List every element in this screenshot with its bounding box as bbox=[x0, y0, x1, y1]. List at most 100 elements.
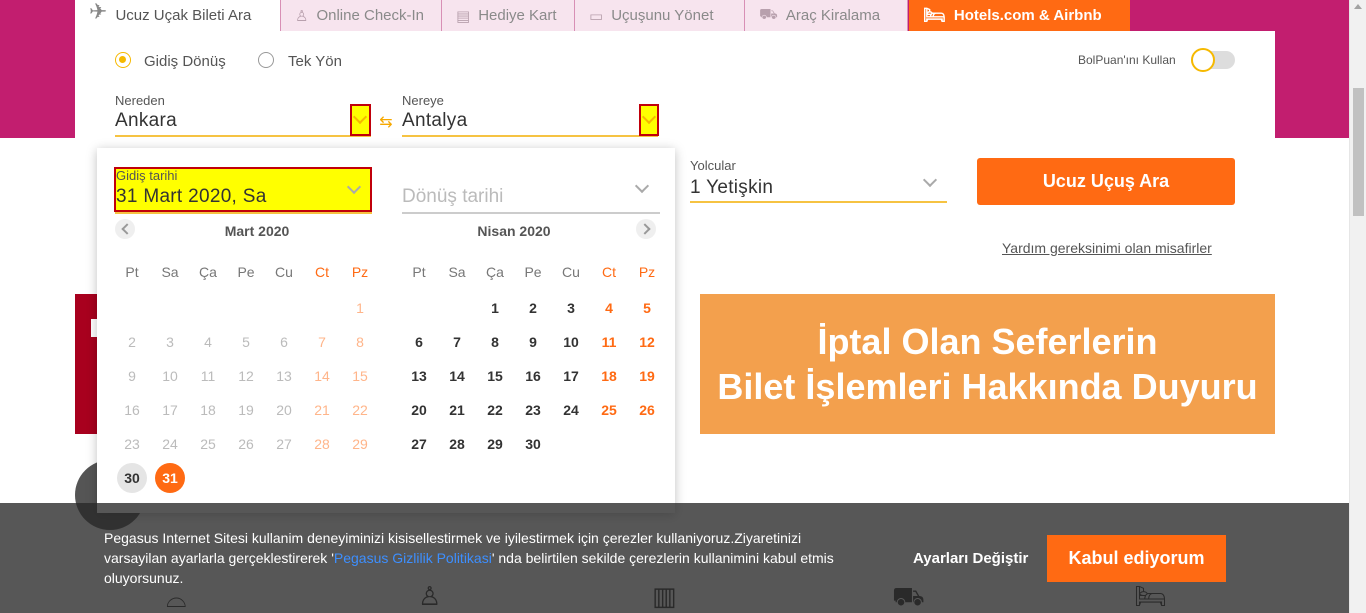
calendar-day: 7 bbox=[318, 334, 326, 350]
calendar-day: 6 bbox=[280, 334, 288, 350]
calendar-day[interactable]: 20 bbox=[404, 395, 434, 425]
chevron-down-icon bbox=[346, 179, 362, 195]
tab-label: Hediye Kart bbox=[478, 7, 557, 24]
calendar-day[interactable]: 9 bbox=[518, 327, 548, 357]
calendar-day[interactable]: 21 bbox=[442, 395, 472, 425]
scroll-up-icon[interactable] bbox=[1354, 4, 1362, 9]
to-field[interactable]: Antalya bbox=[402, 110, 467, 132]
cookie-message: Pegasus Internet Sitesi kullanim deneyim… bbox=[104, 528, 864, 588]
calendar-day[interactable]: 30 bbox=[518, 429, 548, 459]
calendar-day[interactable]: 13 bbox=[404, 361, 434, 391]
help-link[interactable]: Yardım gereksinimi olan misafirler bbox=[1002, 240, 1212, 256]
weekday-header: Pe bbox=[524, 264, 542, 280]
calendar-day: 26 bbox=[238, 436, 254, 452]
page-scrollbar[interactable] bbox=[1349, 0, 1366, 613]
one-way-label[interactable]: Tek Yön bbox=[288, 53, 342, 70]
calendar-day[interactable]: 2 bbox=[518, 293, 548, 323]
bed-icon: 🛏 bbox=[923, 5, 946, 25]
calendar-day[interactable]: 14 bbox=[442, 361, 472, 391]
calendar-day[interactable]: 18 bbox=[594, 361, 624, 391]
calendar-day: 1 bbox=[356, 300, 364, 316]
tab-label: Uçuşunu Yönet bbox=[611, 7, 714, 24]
seat-icon: ♙ bbox=[295, 7, 309, 25]
calendar-day: 14 bbox=[314, 368, 330, 384]
calendar-day: 19 bbox=[238, 402, 254, 418]
calendar-day[interactable]: 24 bbox=[556, 395, 586, 425]
calendar-day[interactable]: 10 bbox=[556, 327, 586, 357]
toggle-knob bbox=[1191, 48, 1215, 72]
calendar-day: 16 bbox=[124, 402, 140, 418]
one-way-radio[interactable] bbox=[258, 52, 274, 68]
return-date-field[interactable]: Dönüş tarihi bbox=[402, 186, 503, 208]
cancellation-announcement-banner[interactable]: İptal Olan Seferlerin Bilet İşlemleri Ha… bbox=[700, 294, 1275, 434]
weekday-header: Pt bbox=[125, 264, 139, 280]
calendar-day: 17 bbox=[162, 402, 178, 418]
chevron-down-icon bbox=[641, 109, 657, 125]
calendar-day: 3 bbox=[166, 334, 174, 350]
calendar-day[interactable]: 22 bbox=[480, 395, 510, 425]
bolpuan-toggle[interactable] bbox=[1191, 48, 1235, 72]
tab-car-rental[interactable]: ⛟ Araç Kiralama bbox=[745, 0, 908, 31]
calendar-day: 29 bbox=[352, 436, 368, 452]
weekday-header: Pz bbox=[351, 264, 369, 280]
calendar-day[interactable]: 16 bbox=[518, 361, 548, 391]
from-underline bbox=[115, 135, 371, 137]
tab-label: Online Check-In bbox=[316, 7, 425, 24]
calendar-day[interactable]: 28 bbox=[442, 429, 472, 459]
calendar-day[interactable]: 31 bbox=[155, 463, 185, 493]
tab-flight-search[interactable]: ✈ Ucuz Uçak Bileti Ara bbox=[75, 0, 281, 31]
search-button[interactable]: Ucuz Uçuş Ara bbox=[977, 158, 1235, 205]
departure-value: 31 Mart 2020, Sa bbox=[116, 186, 267, 207]
previous-month-button[interactable] bbox=[115, 219, 135, 239]
calendar-day: 27 bbox=[276, 436, 292, 452]
tab-manage-booking[interactable]: ▭ Uçuşunu Yönet bbox=[575, 0, 745, 31]
calendar-day: 24 bbox=[162, 436, 178, 452]
to-label: Nereye bbox=[402, 93, 444, 108]
weekday-header: Ct bbox=[315, 264, 329, 280]
from-label: Nereden bbox=[115, 93, 165, 108]
cookie-settings-button[interactable]: Ayarları Değiştir bbox=[913, 550, 1028, 567]
calendar-day: 21 bbox=[314, 402, 330, 418]
calendar-day[interactable]: 30 bbox=[117, 463, 147, 493]
scrollbar-thumb[interactable] bbox=[1353, 88, 1364, 216]
calendar-day[interactable]: 25 bbox=[594, 395, 624, 425]
calendar-day[interactable]: 17 bbox=[556, 361, 586, 391]
tab-hotels[interactable]: 🛏 Hotels.com & Airbnb bbox=[909, 0, 1130, 31]
return-underline bbox=[402, 212, 660, 214]
calendar-day[interactable]: 5 bbox=[632, 293, 662, 323]
weekday-header: Pz bbox=[638, 264, 656, 280]
calendar-day[interactable]: 3 bbox=[556, 293, 586, 323]
tab-gift-card[interactable]: ▤ Hediye Kart bbox=[442, 0, 575, 31]
from-dropdown-button[interactable] bbox=[350, 104, 371, 136]
calendar-day[interactable]: 23 bbox=[518, 395, 548, 425]
car-icon: ⛟ bbox=[759, 6, 778, 23]
calendar-day: 20 bbox=[276, 402, 292, 418]
calendar-day[interactable]: 15 bbox=[480, 361, 510, 391]
privacy-policy-link[interactable]: Pegasus Gizlilik Politikasi bbox=[334, 550, 492, 566]
weekday-header: Sa bbox=[161, 264, 179, 280]
tab-online-checkin[interactable]: ♙ Online Check-In bbox=[281, 0, 442, 31]
next-month-button[interactable] bbox=[636, 219, 656, 239]
calendar-day[interactable]: 4 bbox=[594, 293, 624, 323]
cookie-accept-button[interactable]: Kabul ediyorum bbox=[1047, 535, 1226, 582]
calendar-day[interactable]: 7 bbox=[442, 327, 472, 357]
calendar-day[interactable]: 26 bbox=[632, 395, 662, 425]
calendar-day[interactable]: 27 bbox=[404, 429, 434, 459]
round-trip-label[interactable]: Gidiş Dönüş bbox=[144, 53, 226, 70]
to-dropdown-button[interactable] bbox=[639, 104, 659, 136]
swap-icon[interactable]: ⇆ bbox=[373, 110, 399, 136]
calendar-day[interactable]: 8 bbox=[480, 327, 510, 357]
calendar-day[interactable]: 1 bbox=[480, 293, 510, 323]
calendar-day[interactable]: 11 bbox=[594, 327, 624, 357]
calendar-day[interactable]: 12 bbox=[632, 327, 662, 357]
departure-date-field[interactable]: Gidiş tarihi 31 Mart 2020, Sa bbox=[114, 167, 372, 212]
calendar-day[interactable]: 29 bbox=[480, 429, 510, 459]
passengers-field[interactable]: 1 Yetişkin bbox=[690, 177, 773, 199]
tab-label: Araç Kiralama bbox=[785, 7, 881, 24]
calendar-day: 5 bbox=[242, 334, 250, 350]
calendar-day[interactable]: 6 bbox=[404, 327, 434, 357]
calendar-day: 2 bbox=[128, 334, 136, 350]
calendar-day[interactable]: 19 bbox=[632, 361, 662, 391]
from-field[interactable]: Ankara bbox=[115, 110, 177, 132]
round-trip-radio[interactable] bbox=[115, 52, 131, 68]
